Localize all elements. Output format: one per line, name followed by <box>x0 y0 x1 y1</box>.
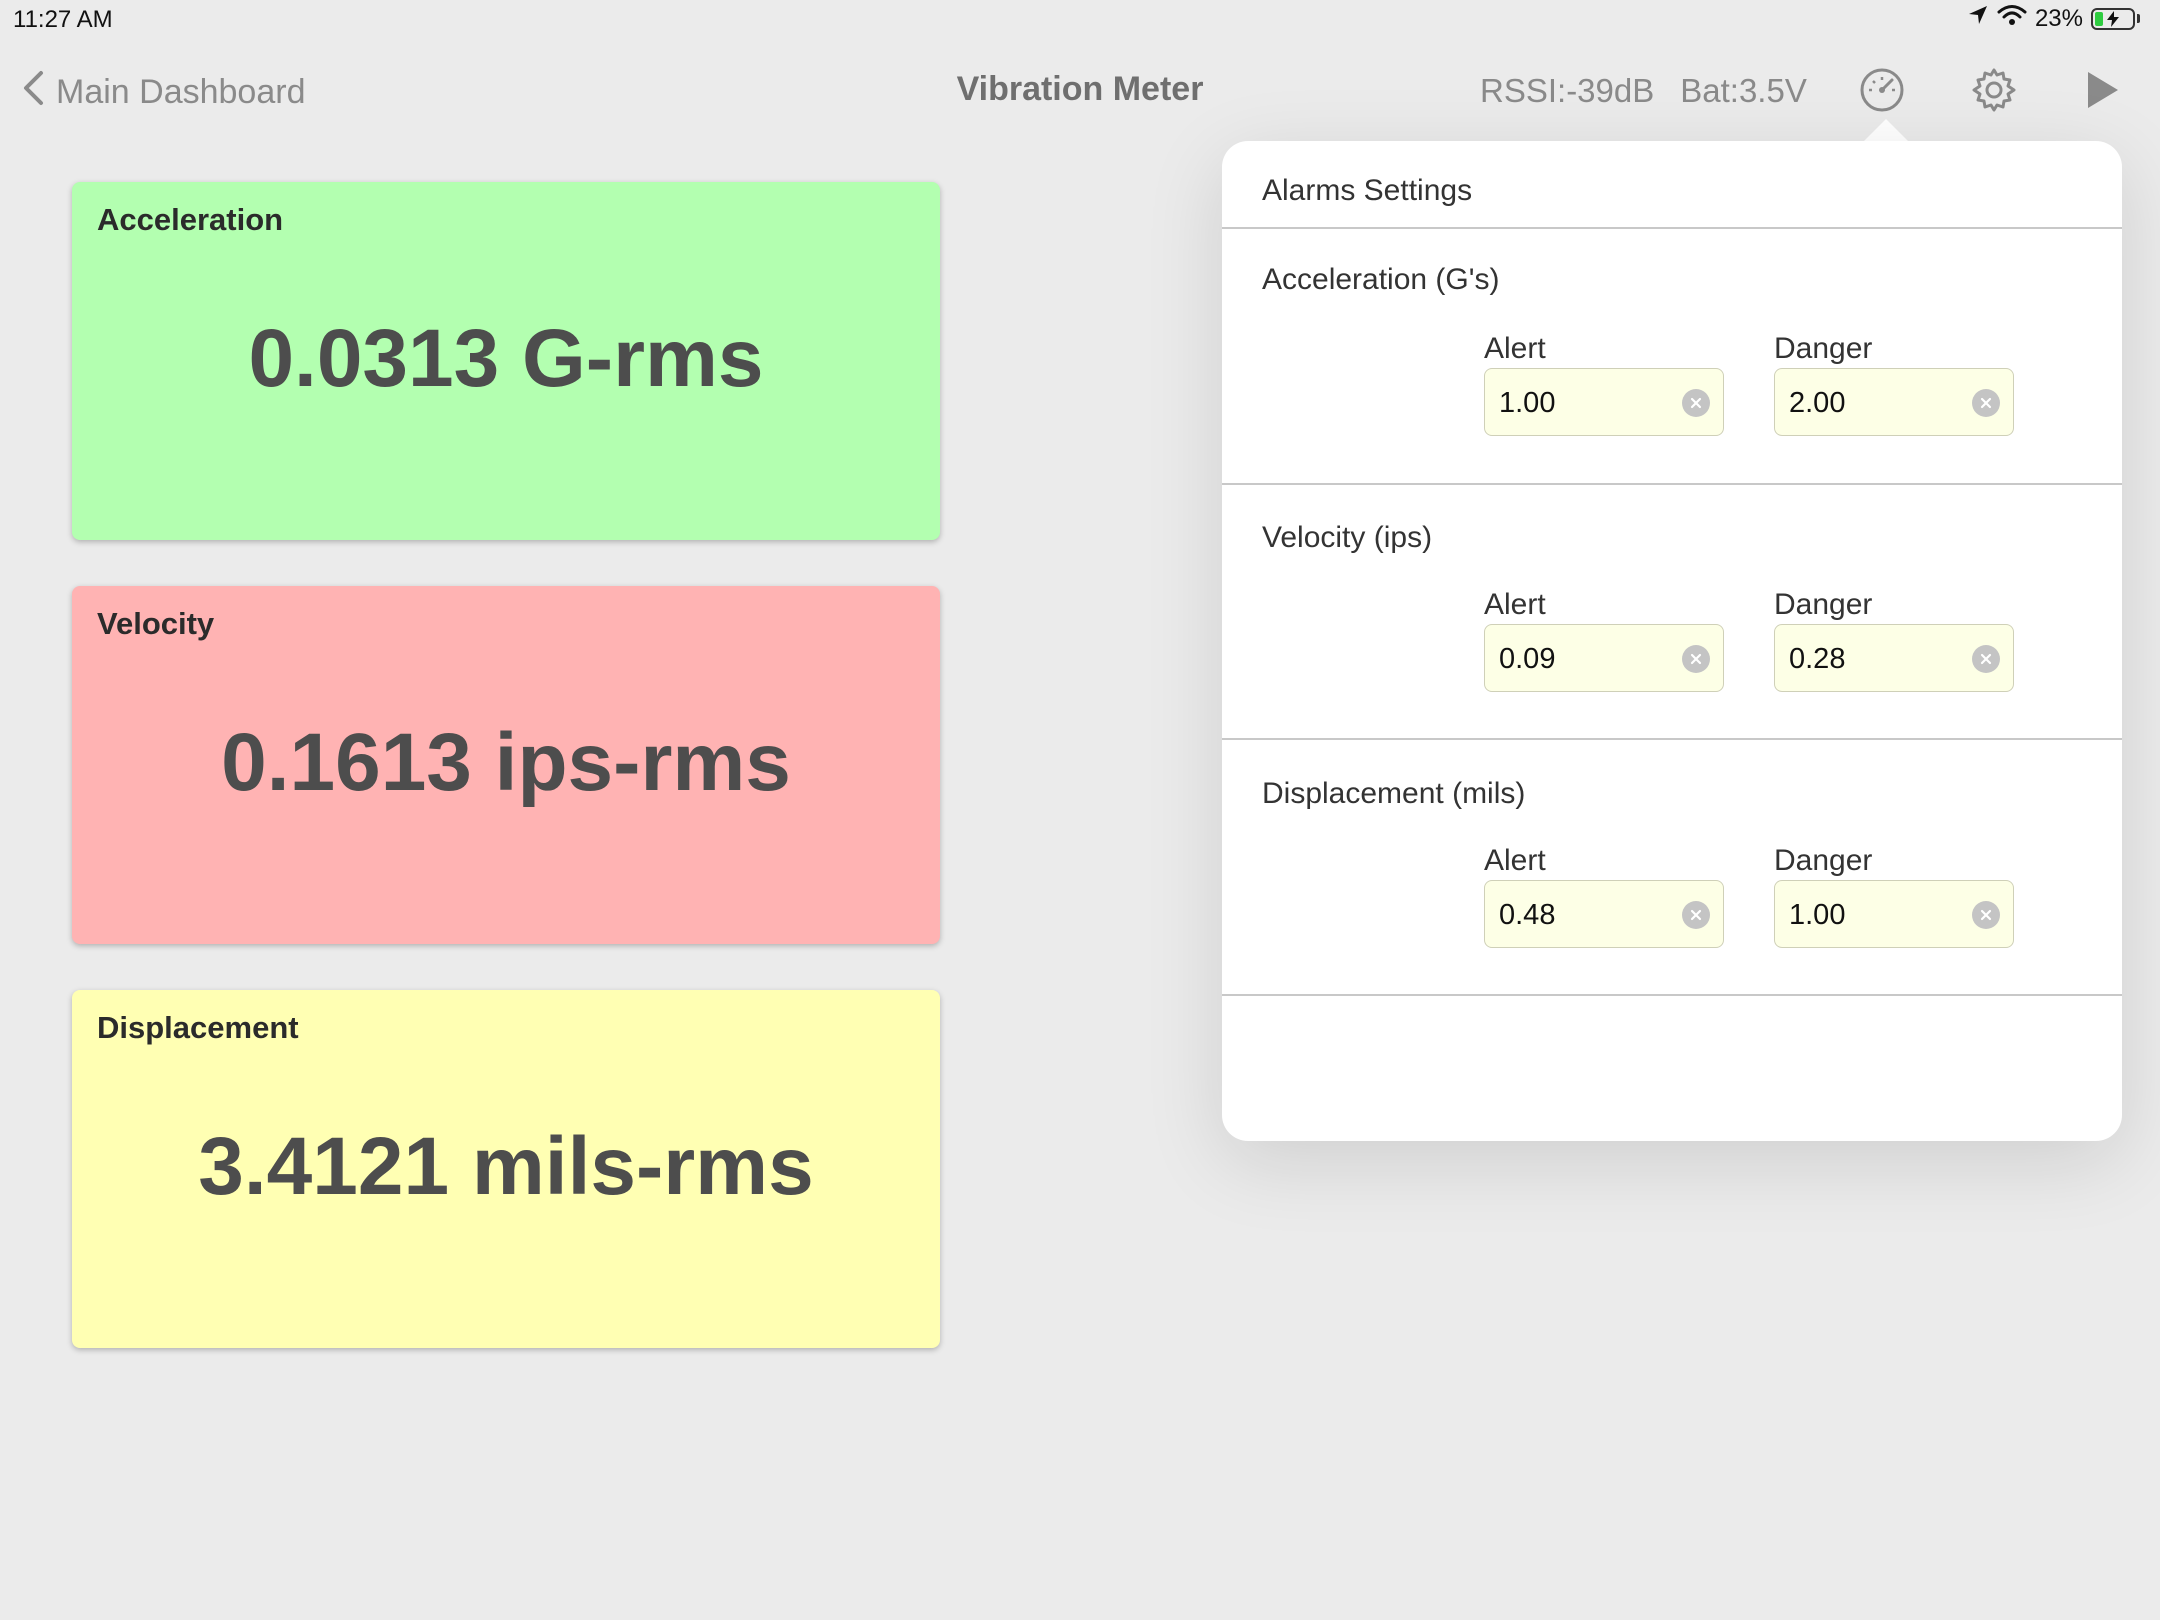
divider <box>1222 738 2122 740</box>
alert-label: Alert <box>1484 332 1546 365</box>
card-title: Velocity <box>97 606 215 641</box>
gear-icon[interactable] <box>1968 64 2020 116</box>
battery-percent: 23% <box>2034 4 2083 32</box>
velocity-card: Velocity 0.1613 ips-rms <box>72 586 940 944</box>
section-title-displacement: Displacement (mils) <box>1262 777 1526 810</box>
alert-label: Alert <box>1484 588 1546 621</box>
acceleration-alert-field[interactable]: 1.00 <box>1484 368 1724 436</box>
wifi-icon <box>1997 4 2027 33</box>
velocity-alert-field[interactable]: 0.09 <box>1484 624 1724 692</box>
status-time: 11:27 AM <box>13 6 113 33</box>
battery-cap <box>2137 14 2140 23</box>
field-value: 1.00 <box>1499 387 1556 419</box>
divider <box>1222 994 2122 996</box>
acceleration-danger-field[interactable]: 2.00 <box>1774 368 2014 436</box>
battery-fill <box>2095 11 2103 26</box>
clear-icon[interactable] <box>1972 645 2000 673</box>
section-title-acceleration: Acceleration (G's) <box>1262 263 1500 296</box>
alarms-settings-popover: Alarms Settings Acceleration (G's) Alert… <box>1222 141 2122 1141</box>
section-title-velocity: Velocity (ips) <box>1262 521 1433 554</box>
card-title: Acceleration <box>97 202 284 237</box>
danger-label: Danger <box>1774 844 1873 877</box>
danger-label: Danger <box>1774 332 1873 365</box>
status-icons: 23% <box>1967 4 2140 33</box>
play-icon[interactable] <box>2076 64 2128 116</box>
page-title: Vibration Meter <box>956 70 1204 108</box>
clear-icon[interactable] <box>1972 389 2000 417</box>
back-button[interactable]: Main Dashboard <box>22 70 305 115</box>
divider <box>1222 483 2122 485</box>
field-value: 0.09 <box>1499 643 1556 675</box>
clear-icon[interactable] <box>1682 901 1710 929</box>
popover-title: Alarms Settings <box>1262 174 1473 207</box>
back-button-label: Main Dashboard <box>56 73 306 111</box>
card-value: 0.0313 G-rms <box>248 313 764 404</box>
displacement-card: Displacement 3.4121 mils-rms <box>72 990 940 1348</box>
battery-voltage-readout: Bat:3.5V <box>1680 72 1807 109</box>
acceleration-card: Acceleration 0.0313 G-rms <box>72 182 940 540</box>
danger-label: Danger <box>1774 588 1873 621</box>
card-title: Displacement <box>97 1010 299 1045</box>
displacement-danger-field[interactable]: 1.00 <box>1774 880 2014 948</box>
popover-arrow <box>1862 119 1910 143</box>
field-value: 2.00 <box>1789 387 1846 419</box>
battery-charging-icon <box>2091 7 2135 30</box>
page-title-container: Vibration Meter <box>0 70 2160 109</box>
clear-icon[interactable] <box>1972 901 2000 929</box>
field-value: 1.00 <box>1789 899 1846 931</box>
gauge-icon[interactable] <box>1856 64 1908 116</box>
clear-icon[interactable] <box>1682 389 1710 417</box>
card-value: 0.1613 ips-rms <box>221 717 791 808</box>
field-value: 0.48 <box>1499 899 1556 931</box>
chevron-left-icon <box>22 70 44 115</box>
alert-label: Alert <box>1484 844 1546 877</box>
field-value: 0.28 <box>1789 643 1846 675</box>
card-value: 3.4121 mils-rms <box>198 1121 814 1212</box>
location-arrow-icon <box>1967 4 1989 33</box>
velocity-danger-field[interactable]: 0.28 <box>1774 624 2014 692</box>
device-status: RSSI:-39dB Bat:3.5V <box>1480 72 1807 110</box>
displacement-alert-field[interactable]: 0.48 <box>1484 880 1724 948</box>
rssi-readout: RSSI:-39dB <box>1480 72 1655 109</box>
clear-icon[interactable] <box>1682 645 1710 673</box>
divider <box>1222 227 2122 229</box>
